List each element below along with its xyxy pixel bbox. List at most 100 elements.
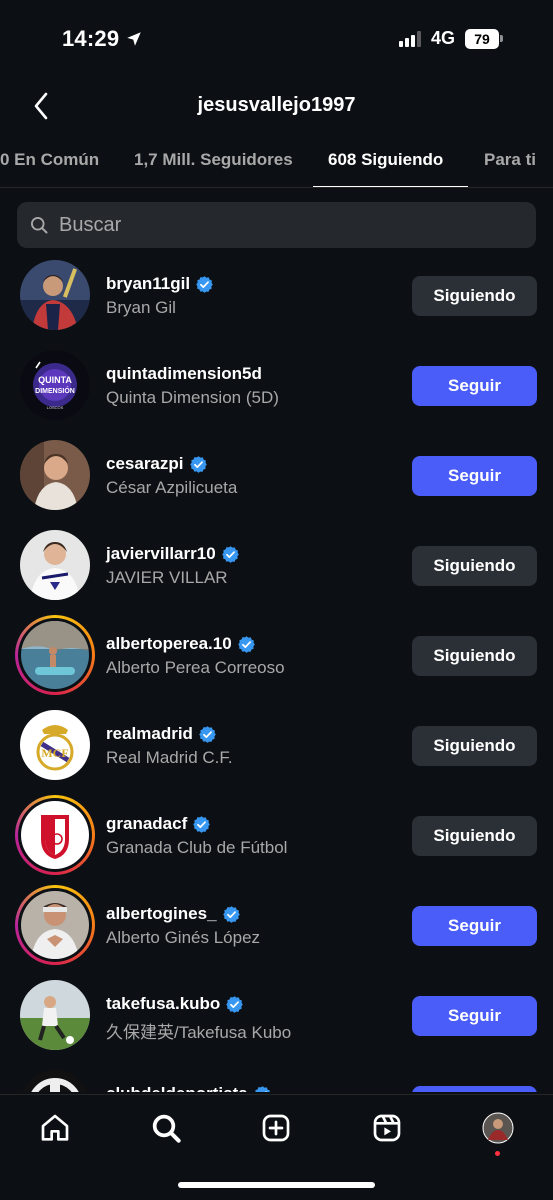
full-name: Real Madrid C.F. [106,748,233,767]
following-button[interactable]: Siguiendo [412,276,537,316]
search-bar[interactable] [17,202,536,248]
notification-dot [495,1151,500,1156]
verified-badge-icon [237,635,255,653]
list-item[interactable]: MCF realmadrid Real Madrid C.F. Siguiend… [0,700,553,790]
home-icon[interactable] [38,1111,72,1145]
status-indicators: 4G 79 [398,28,503,49]
full-name: Alberto Perea Correoso [106,658,285,677]
list-item[interactable]: bryan11gil Bryan Gil Siguiendo [0,250,553,340]
avatar[interactable] [20,1070,90,1092]
username[interactable]: realmadrid [106,724,217,744]
search-icon [31,217,48,234]
username-text: granadacf [106,814,188,833]
tab-followers[interactable]: 1,7 Mill. Seguidores [134,150,293,170]
username[interactable]: quintadimension5d [106,364,262,384]
list-item[interactable]: albertoperea.10 Alberto Perea Correoso S… [0,610,553,700]
verified-badge-icon [199,725,216,743]
full-name: Bryan Gil [106,298,176,317]
tab-following[interactable]: 608 Siguiendo [328,150,443,170]
username-text: quintadimension5d [106,364,262,383]
logo-text-line-3: LOSCOS [47,405,64,410]
following-list: bryan11gil Bryan Gil Siguiendo QUINTA DIM… [0,250,553,1092]
tab-mutual[interactable]: 0 En Común [0,150,99,170]
search-input[interactable] [59,213,499,237]
battery-level: 79 [465,28,499,49]
avatar[interactable] [20,260,90,330]
avatar[interactable]: MCF [20,710,90,780]
following-button[interactable]: Siguiendo [412,636,537,676]
tab-strip: 0 En Común 1,7 Mill. Seguidores 608 Sigu… [0,140,553,188]
profile-avatar[interactable] [481,1111,515,1145]
username[interactable]: clubdeldeportista [106,1084,272,1092]
list-item[interactable]: albertogines_ Alberto Ginés López Seguir [0,880,553,970]
full-name: Granada Club de Fútbol [106,838,288,857]
username-text: albertogines_ [106,904,217,923]
reels-icon[interactable] [370,1111,404,1145]
username-text: realmadrid [106,724,193,743]
active-tab-indicator [313,186,468,187]
username-text: cesarazpi [106,454,184,473]
verified-badge-icon [221,545,239,563]
follow-button[interactable]: Seguir [412,366,537,406]
following-button[interactable]: Siguiendo [412,546,537,586]
nav-header: jesusvallejo1997 [0,84,553,128]
follow-button[interactable]: Seguir [412,906,537,946]
search-icon[interactable] [149,1111,183,1145]
avatar [21,891,89,959]
avatar [21,621,89,689]
username[interactable]: javiervillarr10 [106,544,240,564]
battery-icon: 79 [465,28,503,49]
tab-suggested[interactable]: Para ti [484,150,536,170]
bottom-tab-bar [0,1094,553,1200]
full-name: JAVIER VILLAR [106,568,228,587]
verified-badge-icon [189,455,207,473]
avatar-story-ring[interactable] [15,615,95,695]
list-item[interactable]: granadacf Granada Club de Fútbol Siguien… [0,790,553,880]
list-item[interactable]: clubdeldeportista [0,1060,553,1092]
avatar [21,801,89,869]
full-name: Alberto Ginés López [106,928,261,947]
verified-badge-icon [255,1085,270,1092]
list-item[interactable]: QUINTA DIMENSIÓN LOSCOS quintadimension5d … [0,340,553,430]
username[interactable]: albertoperea.10 [106,634,256,654]
full-name: César Azpilicueta [106,478,238,497]
avatar[interactable] [20,440,90,510]
verified-badge-icon [222,905,240,923]
create-icon[interactable] [259,1111,293,1145]
cellular-signal-icon [398,30,421,47]
status-bar: 14:29 4G 79 [0,0,553,80]
list-item[interactable]: cesarazpi César Azpilicueta Seguir [0,430,553,520]
username[interactable]: cesarazpi [106,454,208,474]
username-text: takefusa.kubo [106,994,221,1013]
verified-badge-icon [193,815,211,833]
username-text: javiervillarr10 [106,544,216,563]
network-type: 4G [430,28,455,48]
avatar[interactable] [20,530,90,600]
svg-text:MCF: MCF [41,746,68,760]
avatar[interactable] [20,980,90,1050]
location-arrow-icon [127,32,142,46]
logo-text-line-2: DIMENSIÓN [35,386,75,395]
follow-button[interactable]: Seguir [412,996,537,1036]
following-button[interactable]: Siguiendo [412,816,537,856]
username[interactable]: albertogines_ [106,904,241,924]
avatar[interactable]: QUINTA DIMENSIÓN LOSCOS [20,350,90,420]
username-text: bryan11gil [106,274,191,293]
list-item[interactable]: takefusa.kubo 久保建英/Takefusa Kubo Seguir [0,970,553,1060]
full-name: 久保建英/Takefusa Kubo [106,1023,292,1042]
follow-button[interactable] [412,1086,537,1092]
avatar-story-ring[interactable] [15,885,95,965]
avatar-story-ring[interactable] [15,795,95,875]
list-item[interactable]: javiervillarr10 JAVIER VILLAR Siguiendo [0,520,553,610]
username[interactable]: granadacf [106,814,211,834]
username-text: albertoperea.10 [106,634,232,653]
username[interactable]: bryan11gil [106,274,214,294]
status-time: 14:29 [62,26,143,52]
follow-button[interactable]: Seguir [412,456,537,496]
clock: 14:29 [62,26,120,51]
verified-badge-icon [226,995,244,1013]
following-button[interactable]: Siguiendo [412,726,537,766]
username[interactable]: takefusa.kubo [106,994,244,1014]
username-text: clubdeldeportista [106,1084,248,1092]
home-indicator [178,1182,375,1188]
